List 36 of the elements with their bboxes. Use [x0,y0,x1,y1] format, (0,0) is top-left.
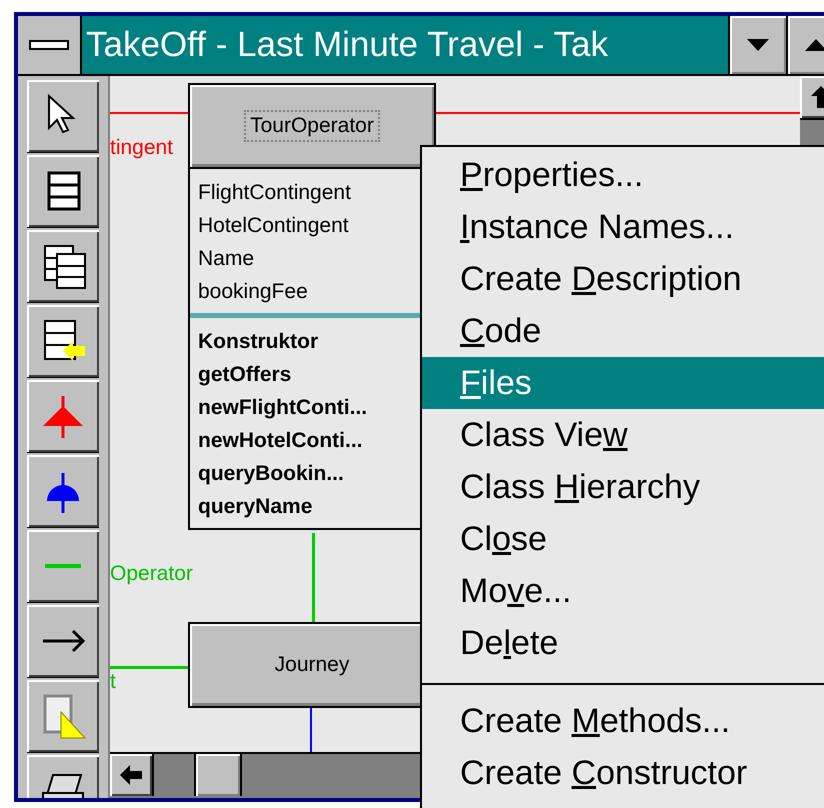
attribute-name: FlightContingent [198,180,352,206]
method-name: newFlightConti... [198,395,368,421]
attribute-name: bookingFee [198,279,309,305]
class-box[interactable]: TourOperator FlightContingent HotelContingent Name bookingFee Konstruktor getOffers newFlightConti... newHotelConti... queryBookin... queryName [188,83,436,530]
tool-button[interactable] [27,380,99,453]
class-name: TourOperator [244,110,380,142]
relation-label: Operator [110,562,193,586]
minimize-button[interactable] [728,16,786,74]
relation-label: tingent [110,136,174,160]
method-name: newHotelConti... [198,428,364,454]
relation-label: t [110,670,116,694]
tool-button[interactable] [27,80,99,153]
tool-button[interactable] [27,455,99,528]
tool-button[interactable] [27,680,99,753]
tool-button[interactable] [27,605,99,678]
caret-down-icon [747,39,769,51]
method-name: queryName [198,494,314,520]
caret-up-icon [805,39,824,51]
tool-button[interactable] [27,530,99,603]
window-title: TakeOff - Last Minute Travel - Tak [82,16,728,74]
method-name: queryBookin... [198,461,345,487]
tool-button[interactable] [27,230,99,303]
class-name: Journey [274,652,350,678]
attribute-name: Name [198,246,256,272]
scroll-thumb[interactable] [194,754,242,796]
menu-item[interactable]: Files [422,357,824,409]
method-name: Konstruktor [198,329,320,355]
minus-icon [29,40,69,50]
menu-item[interactable]: Create Constructor [422,747,824,799]
tool-button[interactable] [27,305,99,378]
attribute-name: HotelContingent [198,213,350,239]
arrow-left-icon [120,765,142,785]
scroll-left-button[interactable] [110,754,154,796]
menu-item[interactable]: Move... [422,565,824,617]
method-name: getOffers [198,362,292,388]
tool-button[interactable] [27,155,99,228]
